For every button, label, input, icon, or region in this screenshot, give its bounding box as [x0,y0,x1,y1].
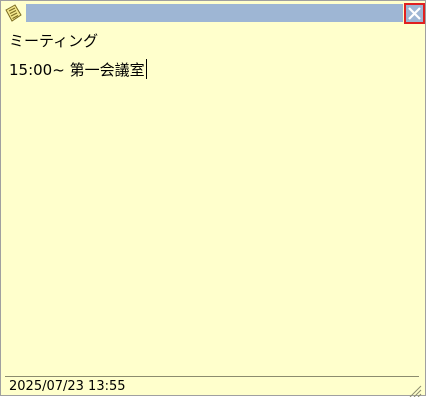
sticky-note-window: ミーティング 15:00~ 第一会議室 2025/07/23 13:55 [0,0,426,398]
text-caret [145,59,147,79]
note-line-2: 15:00~ 第一会議室 [9,59,147,79]
status-bar: 2025/07/23 13:55 [5,376,419,395]
note-line-1: ミーティング [9,32,99,50]
close-x-icon [408,7,421,20]
note-text-area[interactable]: ミーティング 15:00~ 第一会議室 [9,27,417,85]
resize-grip-icon[interactable] [408,382,422,398]
title-bar[interactable] [3,3,425,24]
notepad-icon [4,4,23,23]
close-button[interactable] [404,3,425,24]
title-strip[interactable] [26,4,403,22]
timestamp: 2025/07/23 13:55 [9,379,126,394]
